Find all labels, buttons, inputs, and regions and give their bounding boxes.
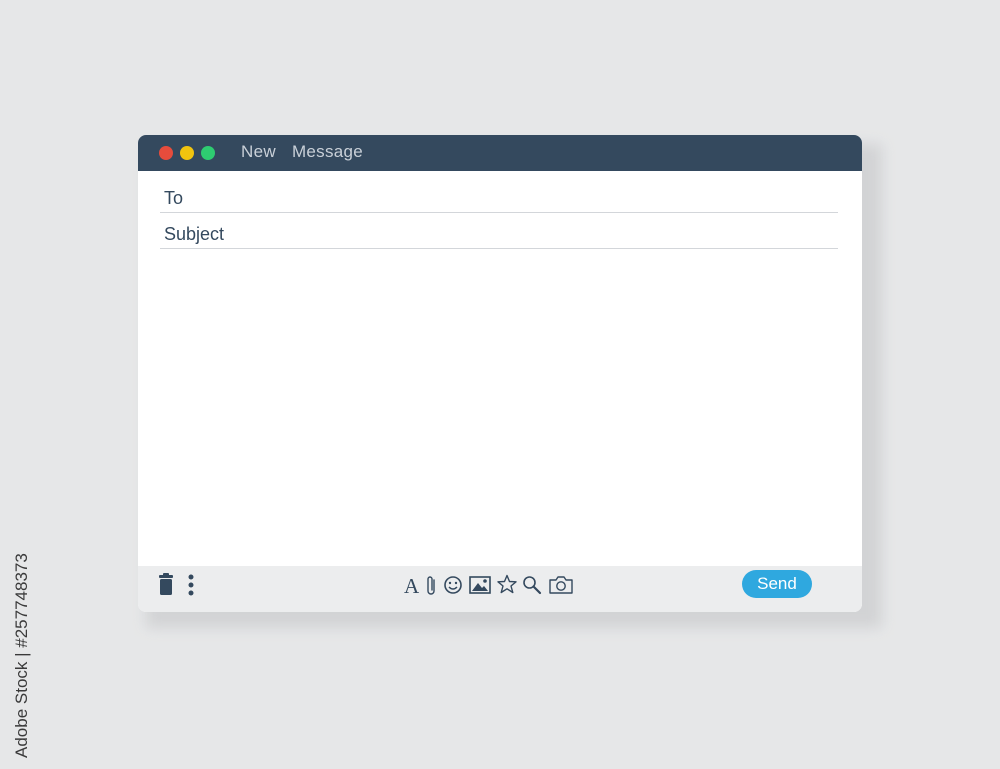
compose-toolbar: A Send [138,566,862,612]
subject-input[interactable] [240,222,834,246]
attachment-icon[interactable] [426,575,438,597]
to-field[interactable]: To [160,184,838,213]
to-input[interactable] [240,186,834,210]
more-vertical-icon[interactable] [186,574,196,596]
subject-field[interactable]: Subject [160,220,838,249]
close-window-button[interactable] [159,146,173,160]
image-icon[interactable] [469,576,491,594]
window-title: New Message [241,142,364,161]
text-format-icon[interactable]: A [404,574,419,599]
to-label: To [164,188,184,208]
message-body-textarea[interactable] [160,259,842,563]
zoom-window-button[interactable] [201,146,215,160]
trash-icon[interactable] [158,573,174,595]
stock-watermark: Adobe Stock | #257748373 [12,553,31,758]
star-icon[interactable] [497,574,517,594]
emoji-icon[interactable] [443,575,463,595]
compose-window: New Message To Subject A Send [138,135,862,612]
title-bar[interactable]: New Message [138,135,862,171]
subject-label: Subject [164,224,225,244]
send-button[interactable]: Send [742,570,812,598]
search-icon[interactable] [522,575,542,595]
minimize-window-button[interactable] [180,146,194,160]
camera-icon[interactable] [548,575,574,595]
